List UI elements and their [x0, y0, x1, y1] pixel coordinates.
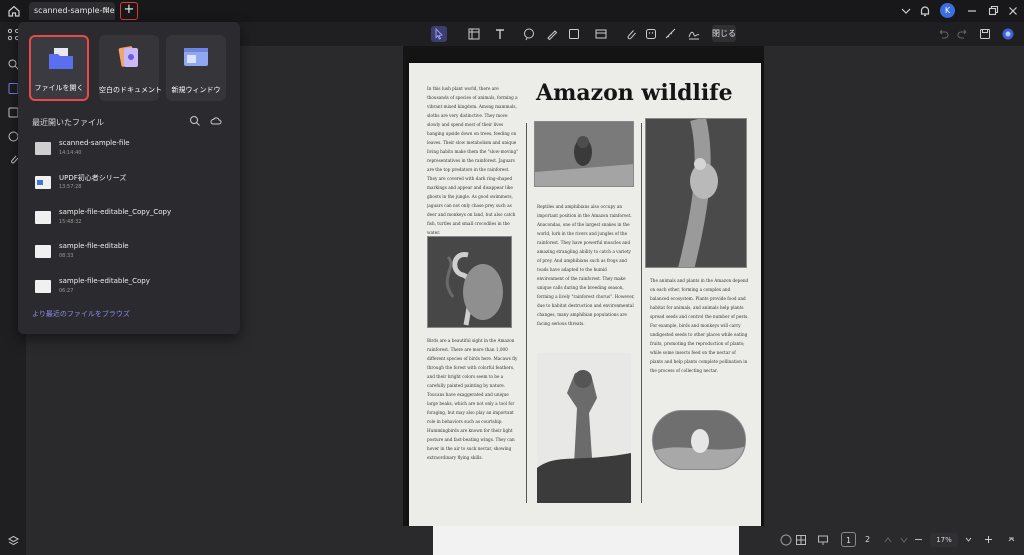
file-name: sample-file-editable: [59, 242, 129, 250]
minimize-icon[interactable]: [964, 3, 980, 19]
scanned-sheet: Amazon wildlife In this lush plant world…: [409, 63, 761, 526]
layers-icon[interactable]: [7, 534, 20, 547]
file-time: 14:14:40: [59, 150, 82, 156]
signature-icon[interactable]: [686, 26, 702, 42]
next-page-preview: [433, 526, 739, 555]
sticker-icon[interactable]: [643, 26, 659, 42]
presentation-icon[interactable]: [817, 534, 829, 546]
zoom-dropdown-icon[interactable]: [964, 535, 973, 544]
chevron-down-icon[interactable]: [898, 3, 914, 19]
file-thumbnail: [35, 176, 51, 189]
app-window: scanned-sample-file × + K 閉じる Amazon wil…: [0, 0, 1024, 555]
comment-icon[interactable]: [521, 26, 537, 42]
owl-snow-photo: [652, 410, 746, 470]
file-name: UPDF初心者シリーズ: [59, 174, 127, 182]
file-name: scanned-sample-file: [59, 139, 130, 147]
file-thumbnail: [35, 211, 51, 224]
page-navigation-bar: 1 2 17%: [780, 530, 1024, 550]
column-1-top-text: In this lush plant world, there are thou…: [427, 86, 519, 234]
recent-file-item[interactable]: sample-file-editable_Copy_Copy 15:48:32: [32, 205, 232, 233]
frog-photo: [645, 118, 747, 268]
file-time: 08:33: [59, 253, 74, 259]
tab-close-icon[interactable]: ×: [102, 2, 110, 20]
zoom-in-icon[interactable]: [983, 534, 994, 545]
first-page-icon[interactable]: [780, 534, 792, 546]
new-window-label: 新規ウィンドウ: [171, 86, 221, 94]
open-file-card[interactable]: ファイルを開く: [29, 35, 89, 101]
file-name: sample-file-editable_Copy_Copy: [59, 208, 172, 216]
browse-more-files-link[interactable]: より最近のファイルをブラウズ: [32, 309, 130, 319]
document-page: Amazon wildlife In this lush plant world…: [403, 46, 764, 526]
frog-image: [646, 119, 746, 267]
page-button-1[interactable]: 1: [841, 532, 856, 547]
shape-icon[interactable]: [566, 26, 582, 42]
file-time: 13:57:28: [59, 184, 82, 190]
new-tab-popover: ファイルを開く 空白のドキュメント 新規ウィンドウ 最近開いたファイル scan…: [18, 22, 240, 334]
document-title: Amazon wildlife: [536, 80, 733, 106]
ai-assistant-icon[interactable]: [1001, 27, 1015, 41]
pen-icon[interactable]: [544, 26, 560, 42]
avatar[interactable]: K: [940, 3, 955, 18]
restore-icon[interactable]: [985, 3, 1001, 19]
recent-file-item[interactable]: scanned-sample-file 14:14:40: [32, 136, 232, 164]
next-page-icon[interactable]: [899, 535, 909, 545]
redo-icon[interactable]: [956, 27, 970, 41]
column-1-bottom-text: Birds are a beautiful sight in the Amazo…: [427, 338, 518, 460]
column-2-text: Reptiles and amphibians also occupy an i…: [537, 204, 635, 326]
zoom-level[interactable]: 17%: [930, 533, 958, 547]
new-window-card[interactable]: 新規ウィンドウ: [166, 35, 226, 101]
close-toolbar-button[interactable]: 閉じる: [712, 25, 736, 42]
text-icon[interactable]: [492, 26, 508, 42]
column-3-text: The animals and plants in the Amazon dep…: [650, 278, 749, 373]
home-icon[interactable]: [6, 3, 22, 19]
file-thumbnail: [35, 280, 51, 293]
blank-document-icon: [118, 46, 138, 67]
owl-branch-photo: [534, 121, 634, 187]
stamp-icon[interactable]: [593, 26, 609, 42]
blank-document-card[interactable]: 空白のドキュメント: [99, 35, 162, 101]
recent-file-item[interactable]: UPDF初心者シリーズ 13:57:28: [32, 170, 232, 198]
folder-icon: [49, 48, 73, 69]
recent-file-item[interactable]: sample-file-editable_Copy 06:27: [32, 274, 232, 302]
recent-file-item[interactable]: sample-file-editable 08:33: [32, 239, 232, 267]
column-divider: [526, 123, 527, 503]
file-name: sample-file-editable_Copy: [59, 277, 150, 285]
new-tab-button[interactable]: +: [120, 2, 138, 20]
file-time: 15:48:32: [59, 219, 82, 225]
flamingo-image: [428, 237, 511, 327]
recent-files-heading: 最近開いたファイル: [32, 118, 104, 127]
file-thumbnail: [35, 245, 51, 258]
blank-document-label: 空白のドキュメント: [99, 86, 162, 94]
search-recent-icon[interactable]: [189, 115, 201, 127]
owl-image: [535, 122, 633, 186]
text-box-icon[interactable]: [466, 26, 482, 42]
title-bar: scanned-sample-file × + K: [0, 0, 1024, 22]
giraffe-photo: [537, 353, 631, 503]
flamingo-photo: [427, 236, 512, 328]
collapse-icon[interactable]: [1006, 534, 1017, 545]
measure-icon[interactable]: [663, 26, 679, 42]
tab-scanned-sample-file[interactable]: scanned-sample-file ×: [29, 2, 115, 20]
save-icon[interactable]: [978, 27, 992, 41]
undo-icon[interactable]: [936, 27, 950, 41]
close-window-icon[interactable]: [1005, 3, 1021, 19]
zoom-out-icon[interactable]: [913, 534, 924, 545]
snowy-owl-image: [653, 411, 745, 469]
prev-page-icon[interactable]: [883, 535, 893, 545]
open-file-label: ファイルを開く: [34, 84, 84, 92]
bell-icon[interactable]: [917, 3, 933, 19]
select-cursor-icon[interactable]: [431, 26, 447, 42]
attach-icon[interactable]: [623, 26, 639, 42]
file-time: 06:27: [59, 288, 74, 294]
new-window-icon: [184, 48, 208, 66]
thumbnail-icon[interactable]: [795, 534, 807, 546]
giraffe-image: [537, 353, 631, 503]
cloud-icon[interactable]: [210, 115, 222, 127]
column-divider-2: [641, 123, 642, 503]
file-thumbnail: [35, 142, 51, 155]
page-button-2[interactable]: 2: [860, 532, 875, 547]
